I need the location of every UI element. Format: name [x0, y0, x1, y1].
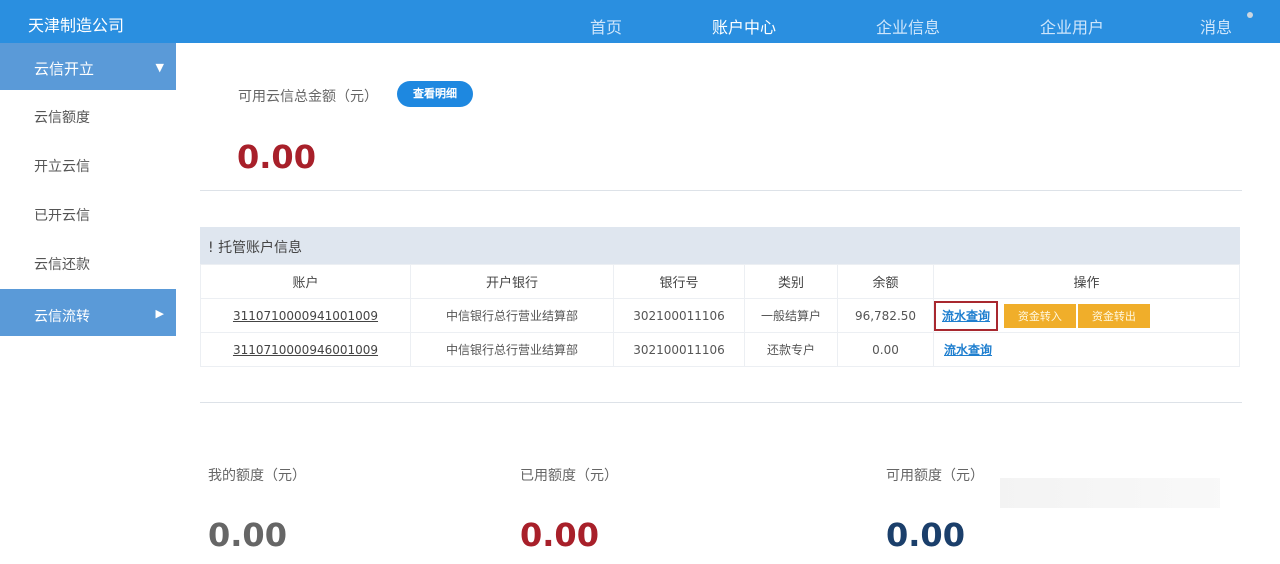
sidebar-item-issued[interactable]: 已开云信 [0, 188, 176, 237]
sidebar-item-quota[interactable]: 云信额度 [0, 90, 176, 139]
sidebar-item-issue[interactable]: 开立云信 [0, 139, 176, 188]
nav-messages[interactable]: 消息 [1200, 14, 1232, 38]
type-cell: 一般结算户 [744, 298, 838, 333]
col-account: 账户 [200, 264, 411, 299]
sidebar-section-header[interactable]: 云信开立 ▼ [0, 43, 176, 90]
balance-cell: 96,782.50 [837, 298, 934, 333]
col-actions: 操作 [933, 264, 1240, 299]
divider [200, 402, 1242, 403]
caret-right-icon: ▶ [155, 307, 164, 320]
top-bar: 天津制造公司 首页 账户中心 企业信息 企业用户 消息 [0, 0, 1280, 43]
account-link[interactable]: 3110710000946001009 [233, 343, 378, 357]
accounts-table: 账户 开户银行 银行号 类别 余额 操作 3110710000941001009… [200, 264, 1240, 367]
accounts-panel-header: ! 托管账户信息 [200, 227, 1240, 264]
highlight-box: 流水查询 [934, 300, 999, 331]
watermark [1000, 478, 1220, 508]
available-quota-label: 可用额度（元） [886, 468, 984, 484]
nav-home[interactable]: 首页 [590, 14, 622, 38]
nav-company-users[interactable]: 企业用户 [1040, 14, 1104, 38]
available-quota-amount: 0.00 [886, 516, 965, 554]
nav-company-info[interactable]: 企业信息 [876, 14, 940, 38]
col-bank-no: 银行号 [613, 264, 745, 299]
col-balance: 余额 [837, 264, 934, 299]
sidebar-item-repay[interactable]: 云信还款 [0, 237, 176, 286]
my-quota-amount: 0.00 [208, 516, 287, 554]
total-amount: 0.00 [237, 138, 316, 176]
table-row: 3110710000946001009 中信银行总行营业结算部 30210001… [200, 332, 1240, 367]
sidebar-item-label: 云信流转 [34, 309, 90, 325]
bank-cell: 中信银行总行营业结算部 [410, 332, 614, 367]
account-link[interactable]: 3110710000941001009 [233, 309, 378, 323]
transfer-in-button[interactable]: 资金转入 [1003, 303, 1076, 328]
statement-query-link[interactable]: 流水查询 [942, 309, 990, 323]
used-quota-amount: 0.00 [520, 516, 599, 554]
notification-dot-icon [1247, 12, 1253, 18]
type-cell: 还款专户 [744, 332, 838, 367]
sidebar-item-transfer[interactable]: 云信流转 ▶ [0, 289, 176, 336]
col-bank: 开户银行 [410, 264, 614, 299]
view-detail-button[interactable]: 查看明细 [397, 81, 473, 107]
bank-no-cell: 302100011106 [613, 332, 745, 367]
statement-query-link[interactable]: 流水查询 [944, 343, 992, 357]
divider [200, 190, 1242, 191]
sidebar-section-label: 云信开立 [34, 60, 95, 78]
my-quota-label: 我的额度（元） [208, 468, 306, 484]
balance-cell: 0.00 [837, 332, 934, 367]
transfer-out-button[interactable]: 资金转出 [1077, 303, 1150, 328]
bank-no-cell: 302100011106 [613, 298, 745, 333]
table-row: 3110710000941001009 中信银行总行营业结算部 30210001… [200, 298, 1240, 333]
nav-account-center[interactable]: 账户中心 [712, 14, 776, 38]
total-label: 可用云信总金额（元） [238, 89, 378, 105]
accounts-title: 托管账户信息 [218, 240, 303, 256]
bank-cell: 中信银行总行营业结算部 [410, 298, 614, 333]
sidebar: 云信开立 ▼ 云信额度 开立云信 已开云信 云信还款 云信流转 ▶ [0, 43, 176, 564]
company-name: 天津制造公司 [28, 16, 125, 35]
used-quota-label: 已用额度（元） [520, 468, 618, 484]
col-type: 类别 [744, 264, 838, 299]
table-header: 账户 开户银行 银行号 类别 余额 操作 [200, 264, 1240, 299]
caret-down-icon: ▼ [155, 61, 164, 74]
